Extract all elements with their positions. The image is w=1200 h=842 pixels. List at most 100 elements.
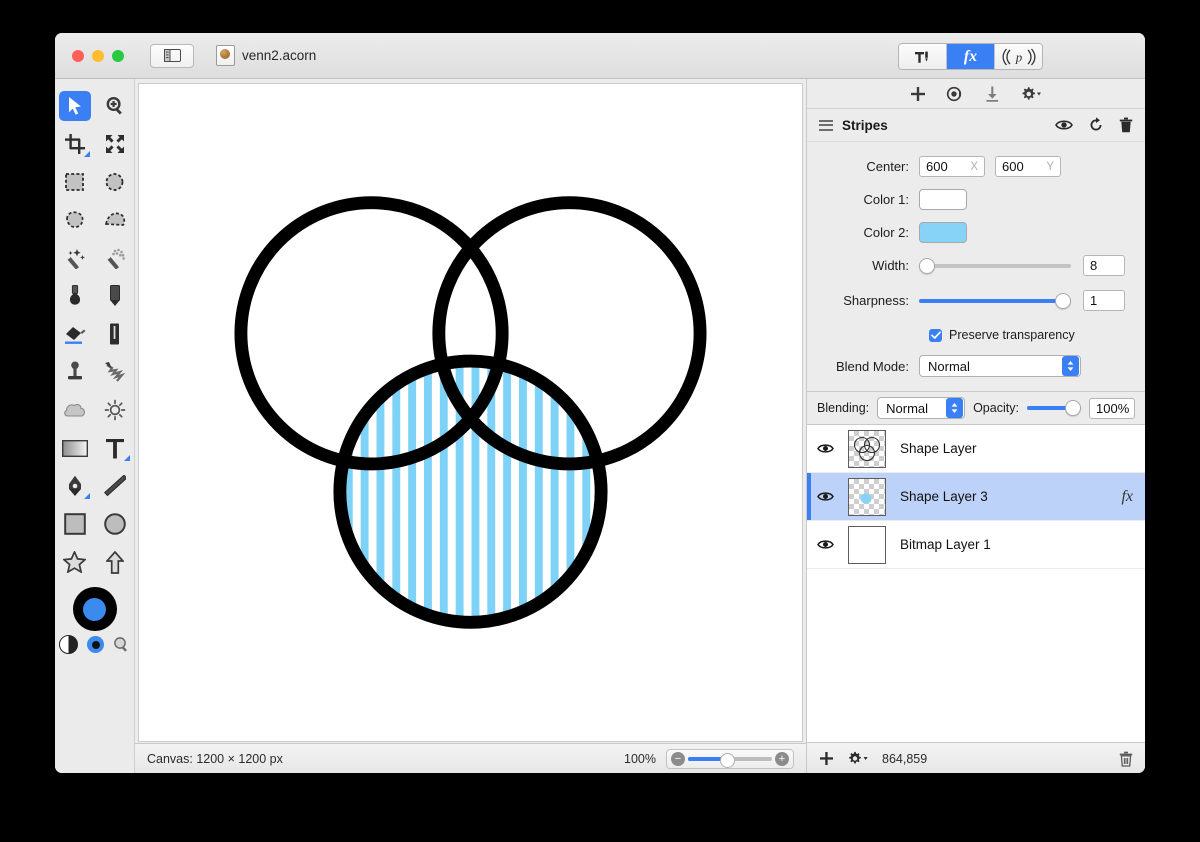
add-filter-icon[interactable]	[910, 86, 926, 102]
chevron-updown-icon[interactable]	[946, 398, 964, 418]
zoom-tool[interactable]	[99, 91, 131, 121]
layer-visibility-eye-icon[interactable]	[817, 491, 834, 502]
filter-mask-icon[interactable]	[946, 86, 965, 102]
move-tool[interactable]	[58, 91, 91, 121]
filter-visibility-eye-icon[interactable]	[1055, 119, 1073, 131]
center-row: Center: 600 X 600 Y	[807, 156, 1145, 177]
zoom-button[interactable]	[112, 49, 124, 62]
close-button[interactable]	[72, 49, 84, 62]
zoom-slider[interactable]: − +	[666, 749, 794, 769]
sidebar-toggle-icon	[163, 49, 181, 62]
color1-label: Color 1:	[863, 192, 909, 207]
download-filter-icon[interactable]	[985, 86, 1000, 102]
tool-row	[55, 125, 134, 163]
tab-tools[interactable]	[899, 44, 947, 69]
palette-dot-icon[interactable]	[87, 636, 104, 653]
zoom-slider-track[interactable]	[688, 752, 772, 768]
minimize-button[interactable]	[92, 49, 104, 62]
arrow-shape-tool[interactable]	[99, 547, 131, 577]
layer-visibility-eye-icon[interactable]	[817, 539, 834, 550]
opacity-input[interactable]: 100%	[1089, 397, 1135, 419]
hammer-icon	[914, 51, 928, 63]
layer-visibility-eye-icon[interactable]	[817, 443, 834, 454]
document-canvas[interactable]	[138, 83, 803, 742]
chevron-updown-icon[interactable]	[1062, 356, 1079, 376]
elliptical-select-tool[interactable]	[99, 167, 131, 197]
layer-row-shape-layer[interactable]: Shape Layer	[807, 425, 1145, 473]
ellipse-icon	[103, 513, 126, 535]
color2-swatch[interactable]	[919, 222, 967, 243]
transform-tool[interactable]	[99, 129, 131, 159]
center-y-value: 600	[1002, 159, 1024, 174]
magic-wand-tool[interactable]	[59, 243, 91, 273]
pen-tool[interactable]	[59, 471, 91, 501]
layer-row-bitmap-layer-1[interactable]: Bitmap Layer 1	[807, 521, 1145, 569]
window-controls	[72, 49, 124, 62]
magnifier-plus-icon	[106, 96, 122, 115]
paint-bucket-tool[interactable]	[59, 281, 91, 311]
sharpness-row: Sharpness: 1	[807, 290, 1145, 311]
blur-tool[interactable]	[59, 395, 91, 425]
opacity-slider[interactable]	[1026, 400, 1081, 416]
add-layer-plus-icon[interactable]	[819, 751, 834, 766]
sharpness-input[interactable]: 1	[1083, 290, 1125, 311]
smudge-tool[interactable]	[99, 357, 131, 387]
delete-layer-trash-icon[interactable]	[1119, 751, 1133, 767]
zoom-in-button[interactable]: +	[775, 752, 789, 766]
tool-row	[55, 87, 134, 125]
filter-delete-trash-icon[interactable]	[1119, 117, 1133, 133]
star-shape-tool[interactable]	[59, 547, 91, 577]
blend-mode-value: Normal	[928, 358, 970, 374]
clone-stamp-tool[interactable]	[59, 357, 91, 387]
layer-row-shape-layer-3[interactable]: Shape Layer 3 fx	[807, 473, 1145, 521]
blend-mode-select[interactable]: Normal	[919, 355, 1081, 377]
preserve-transparency-row[interactable]: Preserve transparency	[807, 328, 1145, 342]
opacity-slider-handle[interactable]	[1065, 400, 1081, 416]
lasso-tool[interactable]	[59, 205, 91, 235]
color-picker-magnifier-icon[interactable]	[113, 636, 130, 653]
tab-presets[interactable]: p	[995, 44, 1042, 69]
sidebar-toggle-button[interactable]	[150, 43, 194, 68]
layer-settings-gear-icon[interactable]	[847, 751, 869, 766]
text-tool[interactable]	[99, 433, 131, 463]
crop-tool[interactable]	[59, 129, 91, 159]
sharpness-slider[interactable]	[919, 292, 1071, 309]
drag-handle-icon[interactable]	[819, 119, 833, 131]
blending-select[interactable]: Normal	[877, 397, 966, 419]
panel-mode-segmented-control[interactable]: fx p	[898, 43, 1043, 70]
layer-blending-bar: Blending: Normal Opacity: 100%	[807, 391, 1145, 425]
center-x-input[interactable]: 600 X	[919, 156, 985, 177]
width-input[interactable]: 8	[1083, 255, 1125, 276]
rectangle-shape-tool[interactable]	[59, 509, 91, 539]
text-t-icon	[105, 438, 124, 458]
pencil-tool[interactable]	[99, 281, 131, 311]
canvas-status-bar: Canvas: 1200 × 1200 px 100% − +	[135, 743, 806, 773]
filter-settings-gear-icon[interactable]	[1020, 86, 1042, 102]
layer-thumbnail	[848, 525, 886, 564]
preserve-transparency-checkbox[interactable]	[929, 328, 942, 342]
filter-reset-icon[interactable]	[1088, 117, 1104, 133]
canvas-size-label: Canvas: 1200 × 1200 px	[147, 752, 283, 766]
color1-swatch[interactable]	[919, 189, 967, 210]
center-y-input[interactable]: 600 Y	[995, 156, 1061, 177]
app-window: venn2.acorn fx p Canvas: 1200 × 1200 px …	[55, 33, 1145, 773]
sharpness-slider-handle[interactable]	[1055, 292, 1071, 309]
zoom-slider-handle[interactable]	[719, 752, 735, 768]
layer-fx-badge[interactable]: fx	[1121, 488, 1133, 506]
width-slider-handle[interactable]	[919, 257, 935, 274]
brush-tool[interactable]	[99, 319, 131, 349]
ellipse-shape-tool[interactable]	[99, 509, 131, 539]
polygon-lasso-tool[interactable]	[99, 205, 131, 235]
rectangular-select-tool[interactable]	[59, 167, 91, 197]
zoom-out-button[interactable]: −	[671, 752, 685, 766]
eraser-tool[interactable]	[59, 319, 91, 349]
tab-filters[interactable]: fx	[947, 44, 995, 69]
foreground-color-well[interactable]	[72, 587, 117, 631]
dodge-tool[interactable]	[99, 395, 131, 425]
gradient-tool[interactable]	[59, 433, 91, 463]
swap-colors-icon[interactable]	[59, 635, 78, 654]
canvas-area: Canvas: 1200 × 1200 px 100% − +	[135, 79, 806, 773]
line-tool[interactable]	[99, 471, 131, 501]
instant-alpha-tool[interactable]	[99, 243, 131, 273]
width-slider[interactable]	[919, 257, 1071, 274]
